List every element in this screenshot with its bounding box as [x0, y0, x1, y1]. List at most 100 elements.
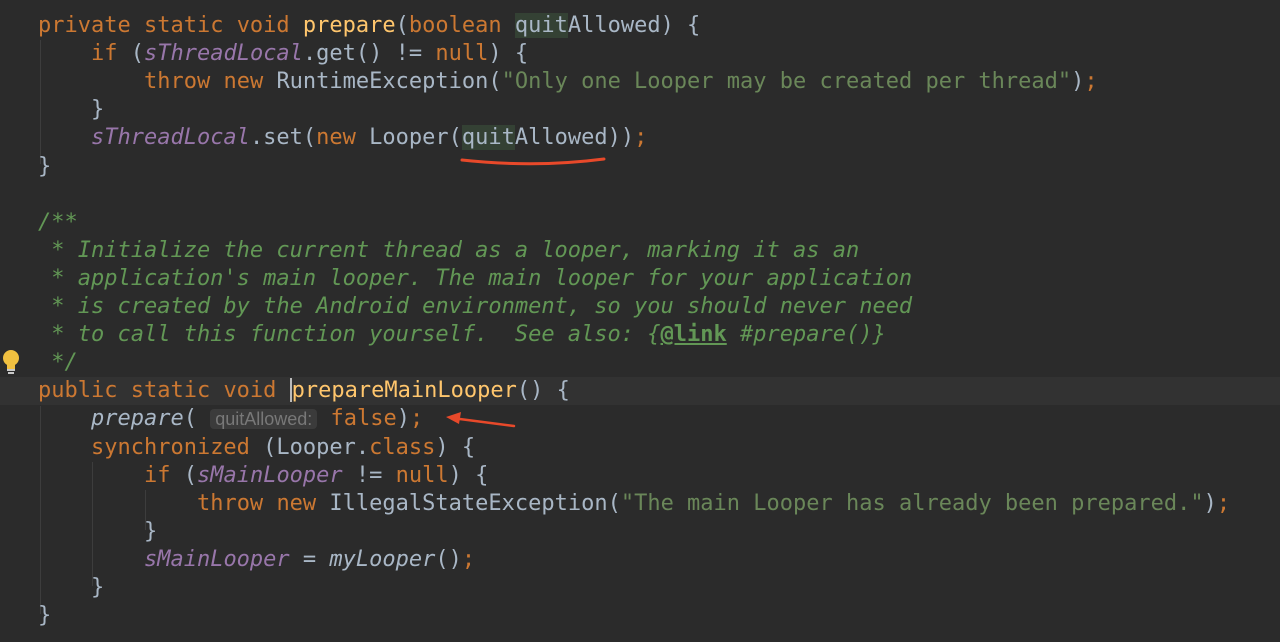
code-text[interactable]: private static void prepare(boolean quit…	[38, 12, 700, 40]
code-token: * is created by the Android environment,…	[38, 294, 913, 319]
code-token: void	[236, 13, 303, 38]
code-text[interactable]: }	[38, 518, 157, 546]
code-token: !=	[342, 462, 396, 488]
code-text[interactable]: }	[38, 602, 51, 630]
code-token: new	[276, 490, 330, 516]
code-token: ) {	[435, 434, 476, 460]
code-token: * to call this function yourself. See al…	[38, 322, 648, 348]
code-text[interactable]: throw new RuntimeException("Only one Loo…	[38, 68, 1098, 96]
code-token: */	[38, 350, 78, 376]
code-token: throw	[143, 69, 224, 95]
code-token: @link	[660, 322, 727, 348]
code-token: }	[38, 97, 105, 123]
line-close-synchronized[interactable]: }	[0, 574, 1280, 602]
code-token: quit	[514, 13, 568, 38]
code-text[interactable]: * to call this function yourself. See al…	[38, 321, 886, 349]
code-token: ;	[634, 125, 648, 151]
code-token: /**	[38, 209, 78, 235]
line-if-smainlooper[interactable]: if (sMainLooper != null) {	[0, 462, 1280, 490]
lightbulb-intention-icon[interactable]	[0, 348, 22, 376]
line-blank[interactable]	[0, 181, 1280, 209]
code-token: * application's main looper. The main lo…	[38, 265, 913, 291]
line-close-preparemainlooper[interactable]: }	[0, 602, 1280, 630]
line-prepare-call[interactable]: prepare( quitAllowed: false);	[0, 405, 1280, 433]
code-text[interactable]: }	[38, 574, 104, 602]
code-token: Allowed	[567, 13, 661, 38]
code-text[interactable]: sMainLooper = myLooper();	[38, 546, 475, 574]
code-token: synchronized	[90, 434, 264, 460]
code-text[interactable]: if (sMainLooper != null) {	[38, 462, 488, 490]
parameter-hint: quitAllowed:	[210, 409, 318, 430]
code-token: if	[90, 41, 131, 67]
code-token: prepareMainLooper	[291, 378, 517, 404]
code-token: Allowed))	[514, 125, 635, 151]
code-token: )	[396, 406, 410, 432]
code-text[interactable]: }	[38, 96, 104, 124]
code-text[interactable]: sThreadLocal.set(new Looper(quitAllowed)…	[38, 124, 647, 152]
line-doc-2[interactable]: * application's main looper. The main lo…	[0, 265, 1280, 293]
line-prepare-signature[interactable]: private static void prepare(boolean quit…	[0, 12, 1280, 40]
code-token: ) {	[488, 41, 529, 67]
code-token: #prepare()}	[726, 322, 886, 348]
code-editor[interactable]: private static void prepare(boolean quit…	[0, 0, 1280, 642]
code-text[interactable]: throw new IllegalStateException("The mai…	[38, 490, 1230, 518]
line-synchronized[interactable]: synchronized (Looper.class) {	[0, 434, 1280, 462]
code-text[interactable]: if (sThreadLocal.get() != null) {	[38, 40, 528, 68]
code-text[interactable]: * Initialize the current thread as a loo…	[38, 237, 859, 265]
line-preparemainlooper-signature[interactable]: public static void prepareMainLooper() {	[0, 377, 1280, 406]
code-token: * Initialize the current thread as a loo…	[38, 237, 860, 263]
line-doc-4[interactable]: * to call this function yourself. See al…	[0, 321, 1280, 349]
code-token: Looper(	[369, 125, 462, 151]
line-close-prepare[interactable]: }	[0, 153, 1280, 181]
line-close-if-1[interactable]: }	[0, 96, 1280, 124]
line-doc-open[interactable]: /**	[0, 209, 1280, 237]
code-token: sThreadLocal	[90, 125, 250, 151]
code-token: IllegalStateException(	[329, 490, 621, 516]
line-doc-1[interactable]: * Initialize the current thread as a loo…	[0, 237, 1280, 265]
code-token: RuntimeException(	[276, 69, 502, 95]
line-assign-smainlooper[interactable]: sMainLooper = myLooper();	[0, 546, 1280, 574]
code-token: sMainLooper	[143, 546, 290, 572]
code-token: null	[435, 41, 489, 67]
code-token: private	[38, 13, 144, 38]
code-text[interactable]: prepare( quitAllowed: false);	[38, 405, 423, 433]
code-text[interactable]: * is created by the Android environment,…	[38, 293, 912, 321]
code-token: ) {	[660, 13, 701, 38]
line-doc-3[interactable]: * is created by the Android environment,…	[0, 293, 1280, 321]
code-token: throw	[196, 490, 277, 516]
code-token: quit	[461, 125, 515, 151]
code-token: static	[143, 13, 237, 38]
line-doc-close[interactable]: */	[0, 349, 1280, 377]
line-if-sthreadlocal[interactable]: if (sThreadLocal.get() != null) {	[0, 40, 1280, 68]
code-token: false	[330, 406, 397, 432]
code-token: (	[130, 41, 144, 67]
code-token: () {	[516, 378, 570, 404]
code-text[interactable]: /**	[38, 209, 78, 237]
code-token: .set(	[249, 125, 317, 151]
code-token: ;	[410, 406, 424, 432]
line-sthreadlocal-set[interactable]: sThreadLocal.set(new Looper(quitAllowed)…	[0, 124, 1280, 152]
code-token: )	[1071, 69, 1085, 95]
code-text[interactable]: * application's main looper. The main lo…	[38, 265, 912, 293]
code-token: ) {	[448, 462, 489, 488]
code-text[interactable]: */	[38, 349, 78, 377]
code-token: }	[38, 603, 52, 629]
line-throw-illegalstate[interactable]: throw new IllegalStateException("The mai…	[0, 490, 1280, 518]
code-token: (	[395, 13, 409, 38]
line-close-if-2[interactable]: }	[0, 518, 1280, 546]
code-token: ;	[1216, 490, 1231, 516]
code-text[interactable]: synchronized (Looper.class) {	[38, 434, 475, 462]
code-text[interactable]: public static void prepareMainLooper() {	[38, 377, 570, 405]
code-token: ()	[435, 546, 462, 572]
code-token: new	[223, 69, 277, 95]
code-token: }	[38, 575, 105, 600]
line-throw-runtime[interactable]: throw new RuntimeException("Only one Loo…	[0, 68, 1280, 96]
code-text[interactable]: }	[38, 153, 51, 181]
code-token: }	[38, 518, 158, 544]
